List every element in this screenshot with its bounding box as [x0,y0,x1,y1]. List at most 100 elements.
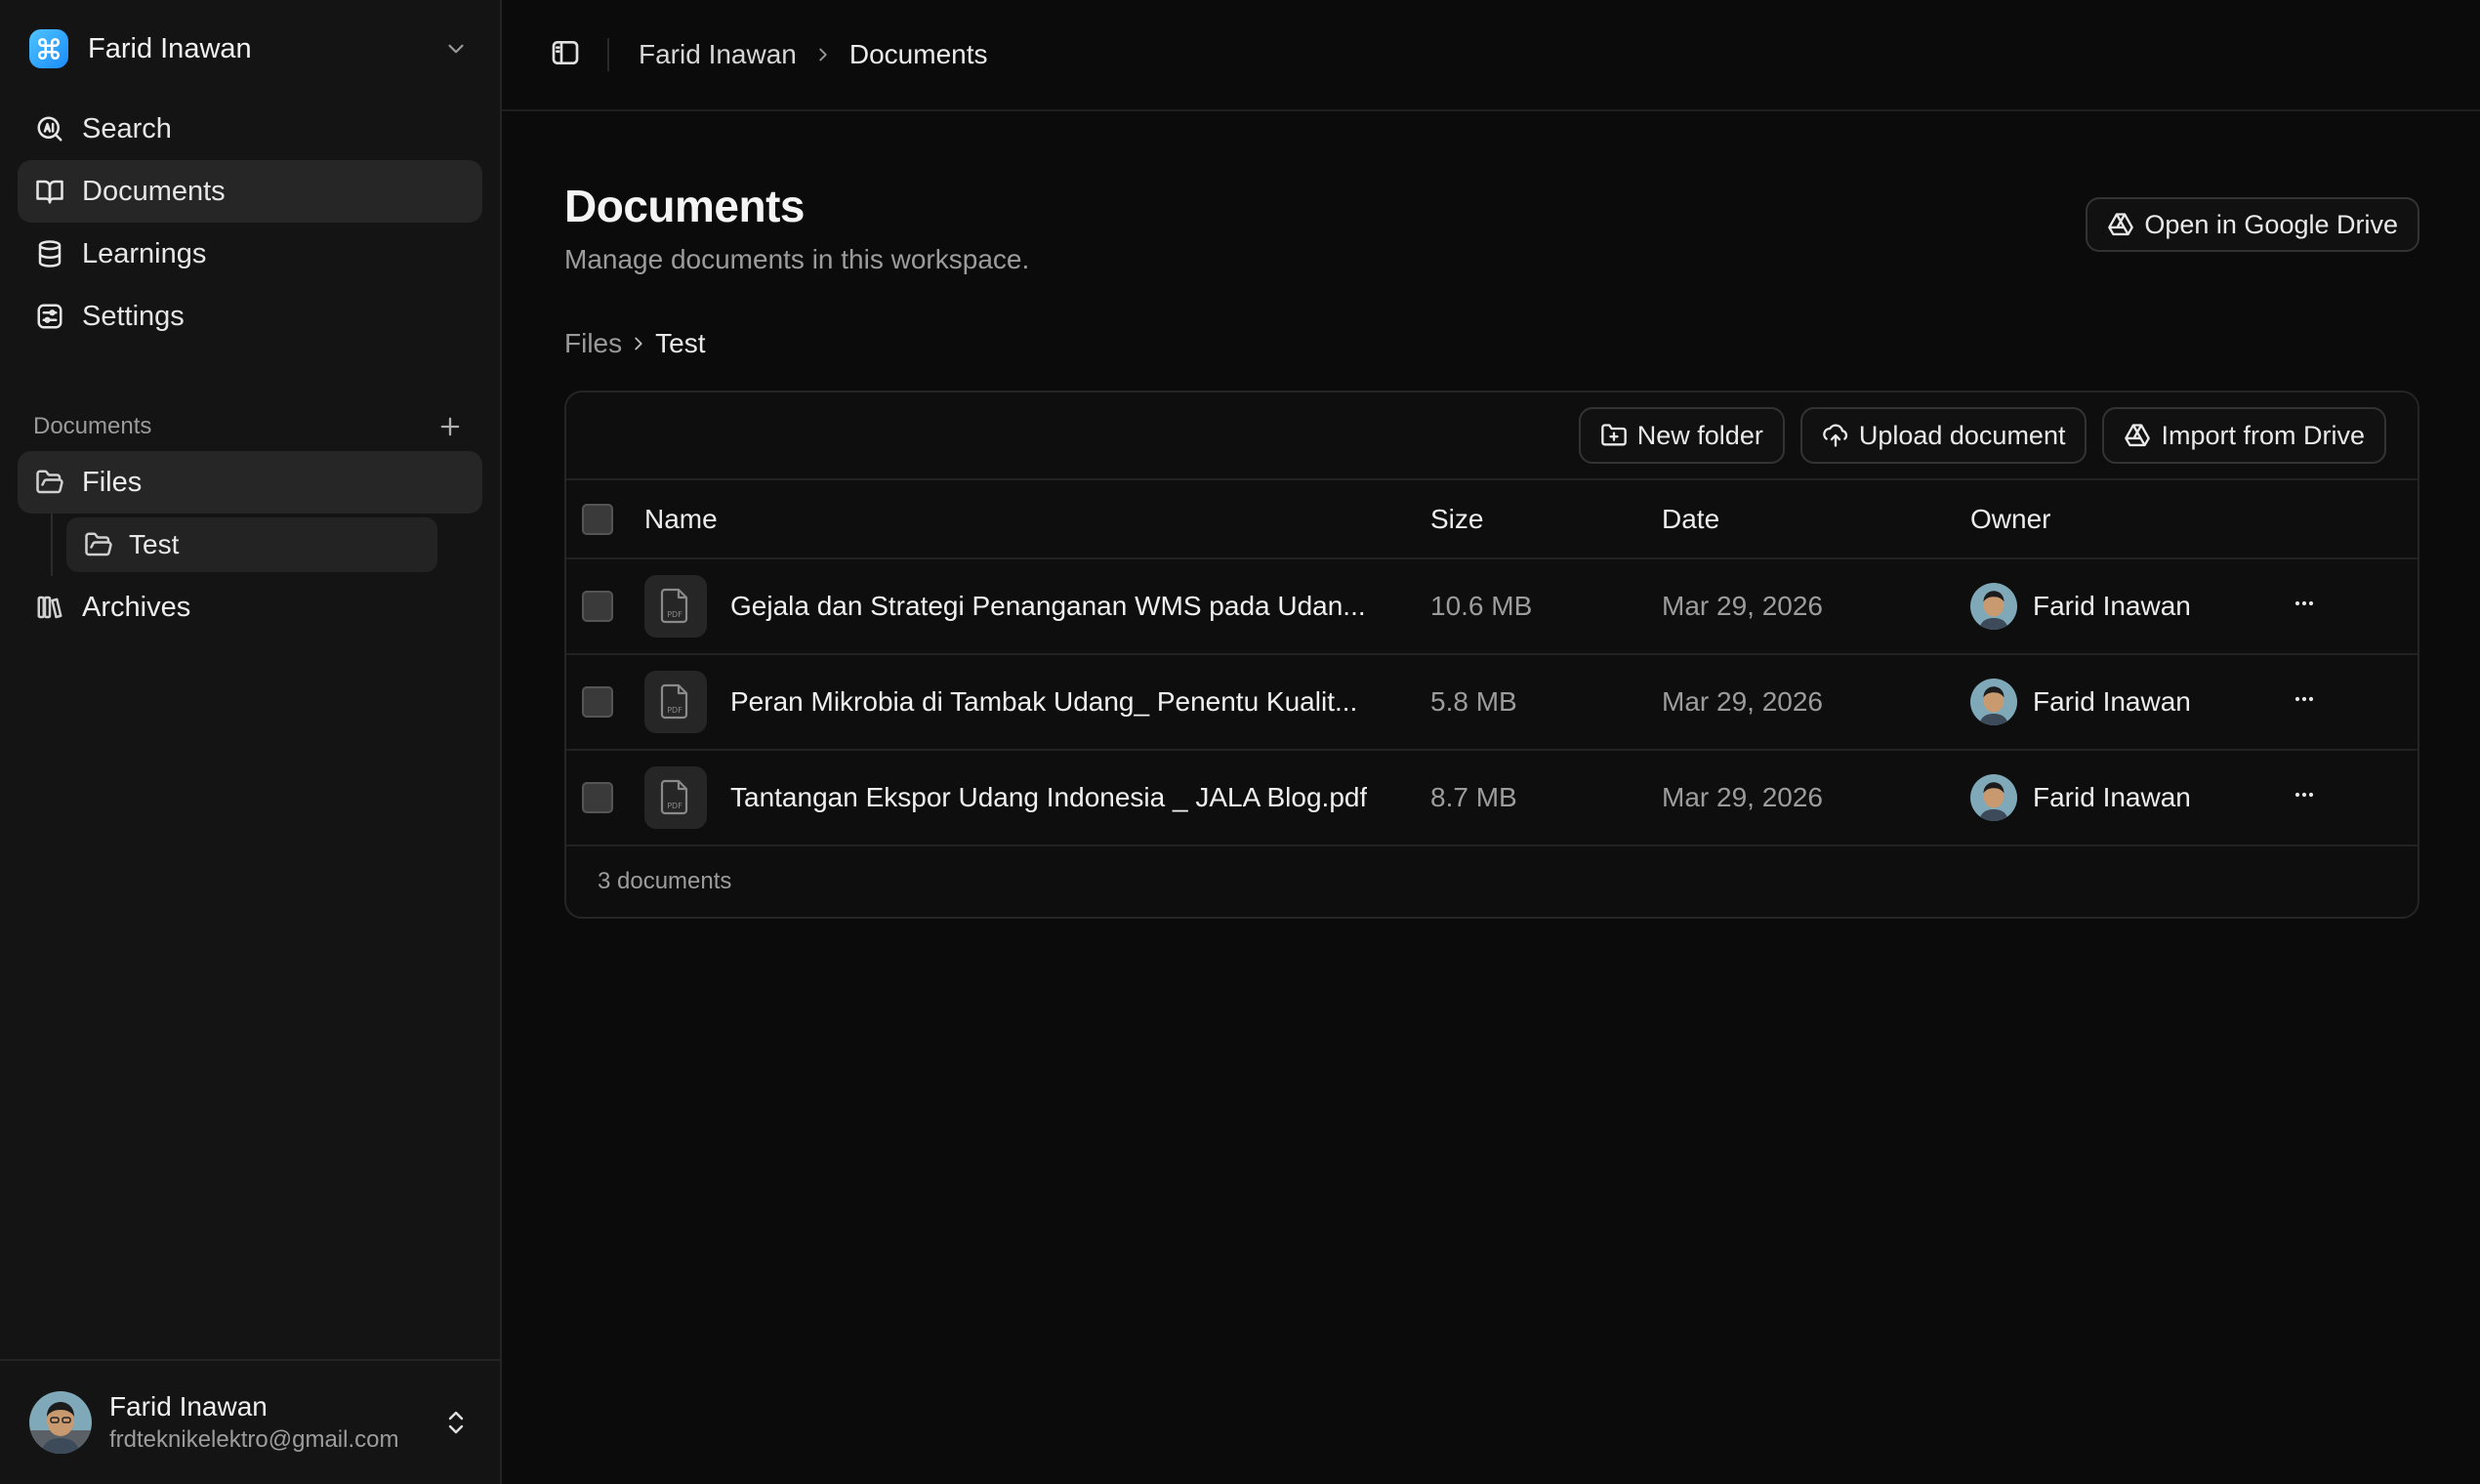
plus-icon[interactable] [434,410,467,443]
more-horizontal-icon [2291,685,2318,720]
table-row[interactable]: PDF Gejala dan Strategi Penanganan WMS p… [566,558,2418,655]
actions-cell [2283,654,2418,751]
page-content: Documents Manage documents in this works… [502,111,2480,919]
tree-children: Test [51,514,482,576]
header-date[interactable]: Date [1662,480,1970,559]
header-size[interactable]: Size [1430,480,1662,559]
sidebar-toggle-button[interactable] [533,22,598,87]
nav-item-documents[interactable]: Documents [18,160,482,223]
row-checkbox[interactable] [582,591,613,622]
pdf-file-icon: PDF [644,575,707,638]
more-actions-button[interactable] [2283,585,2326,628]
book-open-icon [33,175,66,208]
file-size: 10.6 MB [1430,558,1662,655]
folder-open-icon [33,466,66,499]
user-menu[interactable]: Farid Inawan frdteknikelektro@gmail.com [0,1359,500,1484]
tree-item-archives[interactable]: Archives [18,576,482,639]
row-checkbox[interactable] [582,782,613,813]
folder-path: Files Test [564,328,2419,359]
table-toolbar: New folder Upload document Import from D… [566,392,2418,480]
nav-item-label: Learnings [82,237,207,269]
name-cell: PDF Peran Mikrobia di Tambak Udang_ Pene… [644,654,1430,751]
row-select-cell [566,654,644,751]
breadcrumb-workspace[interactable]: Farid Inawan [639,39,797,70]
google-drive-icon [2107,211,2134,238]
database-icon [33,237,66,270]
open-google-drive-button[interactable]: Open in Google Drive [2086,197,2419,252]
file-name[interactable]: Peran Mikrobia di Tambak Udang_ Penentu … [730,686,1357,718]
tree-item-label: Test [129,529,180,559]
page-title: Documents [564,181,805,231]
pdf-file-icon: PDF [644,766,707,829]
main-content: Farid Inawan Documents Documents Manage … [502,0,2480,1484]
nav-item-learnings[interactable]: Learnings [18,223,482,285]
svg-text:PDF: PDF [667,706,682,715]
workspace-name: Farid Inawan [88,32,252,64]
section-label: Documents [33,413,152,439]
folder-open-icon [82,528,115,561]
file-name[interactable]: Tantangan Ekspor Udang Indonesia _ JALA … [730,782,1367,813]
more-horizontal-icon [2291,590,2318,624]
nav-item-label: Settings [82,300,185,332]
panel-left-icon [550,37,581,73]
name-cell: PDF Tantangan Ekspor Udang Indonesia _ J… [644,750,1430,846]
table-row[interactable]: PDF Peran Mikrobia di Tambak Udang_ Pene… [566,654,2418,751]
nav-item-search[interactable]: Search [18,98,482,160]
tree-item-label: Files [82,466,143,498]
folder-plus-icon [1600,422,1628,449]
google-drive-icon [2124,422,2151,449]
user-name: Farid Inawan [109,1391,268,1422]
file-size: 8.7 MB [1430,750,1662,846]
tree-item-files[interactable]: Files [18,451,482,514]
avatar [1970,583,2017,630]
header-name[interactable]: Name [644,480,1430,559]
settings-icon [33,300,66,333]
page-header: Documents Manage documents in this works… [564,180,2419,275]
header-owner[interactable]: Owner [1970,480,2283,559]
more-actions-button[interactable] [2283,680,2326,723]
documents-section-header: Documents [0,402,500,451]
new-folder-button[interactable]: New folder [1578,407,1785,464]
svg-text:PDF: PDF [667,610,682,619]
row-checkbox[interactable] [582,686,613,718]
divider [607,38,609,71]
pdf-file-icon: PDF [644,671,707,733]
header-select-cell [566,480,644,559]
path-current: Test [655,328,706,358]
library-icon [33,591,66,624]
owner-cell: Farid Inawan [1970,558,2283,655]
more-actions-button[interactable] [2283,776,2326,819]
user-email: frdteknikelektro@gmail.com [109,1426,399,1453]
row-select-cell [566,558,644,655]
documents-tree: Files Test Archives [0,451,500,639]
button-label: New folder [1636,420,1763,450]
ai-search-icon [33,112,66,145]
cloud-upload-icon [1822,422,1849,449]
file-date: Mar 29, 2026 [1662,654,1970,751]
file-date: Mar 29, 2026 [1662,558,1970,655]
more-horizontal-icon [2291,781,2318,815]
upload-document-button[interactable]: Upload document [1799,407,2087,464]
nav-item-settings[interactable]: Settings [18,285,482,348]
name-cell: PDF Gejala dan Strategi Penanganan WMS p… [644,558,1430,655]
file-name[interactable]: Gejala dan Strategi Penanganan WMS pada … [730,591,1366,622]
nav-item-label: Search [82,112,172,144]
import-from-drive-button[interactable]: Import from Drive [2102,407,2386,464]
button-label: Upload document [1858,420,2066,450]
path-files[interactable]: Files [564,328,622,359]
select-all-checkbox[interactable] [582,503,613,535]
row-select-cell [566,750,644,846]
tree-item-test[interactable]: Test [66,517,437,572]
sidebar: Farid Inawan Search Documents Learnings … [0,0,502,1484]
chevron-down-icon [441,34,471,63]
main-nav: Search Documents Learnings Settings [0,98,500,348]
table-row[interactable]: PDF Tantangan Ekspor Udang Indonesia _ J… [566,750,2418,846]
user-meta: Farid Inawan frdteknikelektro@gmail.com [109,1391,441,1454]
workspace-switcher[interactable]: Farid Inawan [0,0,500,98]
breadcrumb-current: Documents [848,39,988,69]
actions-cell [2283,558,2418,655]
owner-cell: Farid Inawan [1970,750,2283,846]
chevron-right-icon [626,331,651,356]
svg-text:PDF: PDF [667,802,682,810]
button-label: Open in Google Drive [2144,209,2398,239]
